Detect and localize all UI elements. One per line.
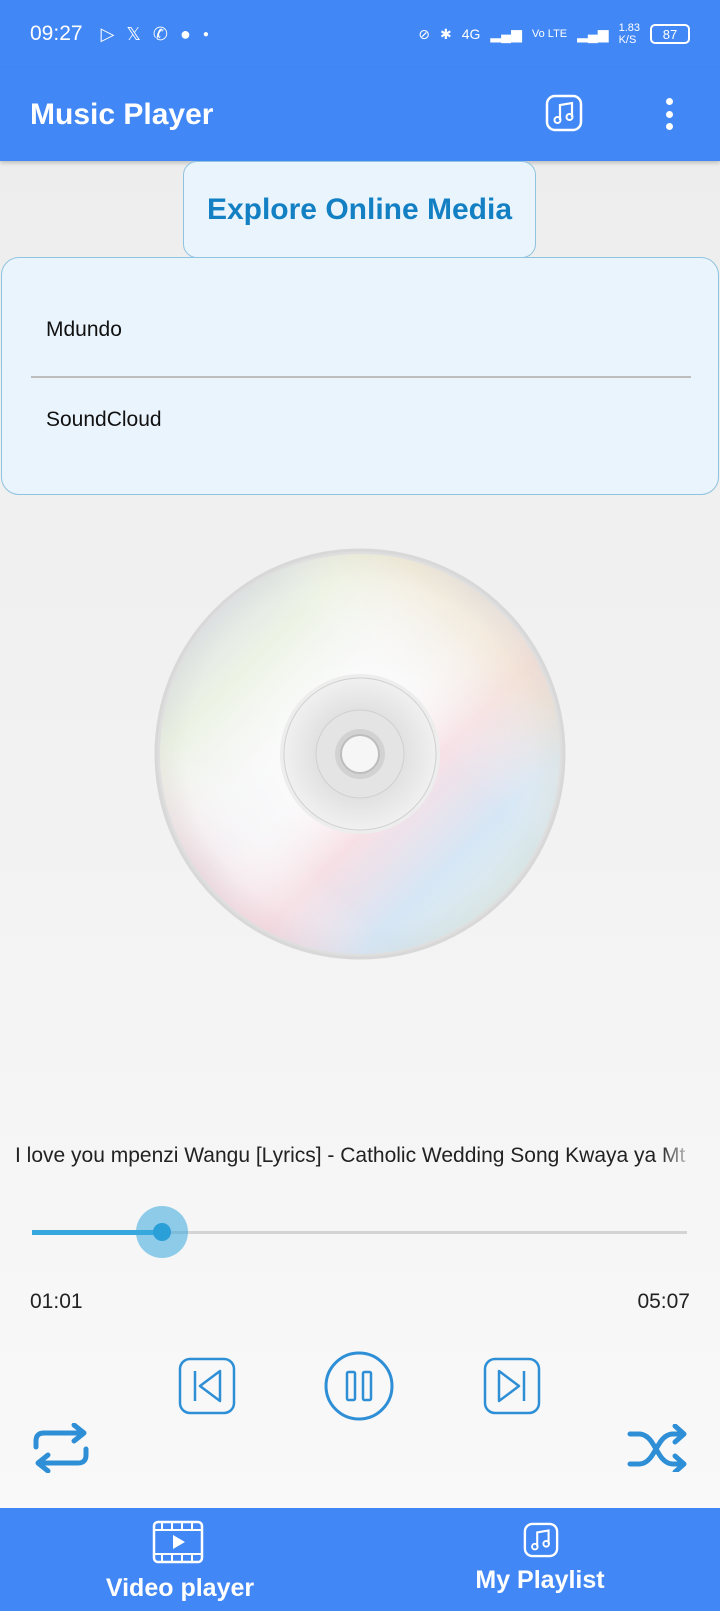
network-speed: 1.83 K/S (619, 22, 640, 46)
nav-video-label: Video player (105, 1574, 255, 1602)
nav-video-player[interactable]: Video player (0, 1508, 360, 1611)
bottom-navigation: Video player My Playlist (0, 1508, 720, 1611)
shuffle-icon[interactable] (627, 1424, 687, 1472)
more-options-icon[interactable] (655, 96, 683, 132)
sync-icon: ⊘ (418, 25, 430, 42)
app-bar: Music Player (0, 68, 720, 161)
nav-playlist-label: My Playlist (475, 1566, 605, 1594)
seek-bar[interactable] (32, 1206, 687, 1258)
explore-label: Explore Online Media (206, 192, 513, 226)
more-notifications-dot-icon: ● (202, 28, 209, 40)
play-store-icon: ▷ (100, 23, 115, 44)
current-time: 01:01 (30, 1290, 83, 1313)
speed-unit: K/S (618, 34, 637, 46)
whatsapp-icon: ✆ (152, 23, 169, 44)
speed-value: 1.83 (618, 22, 640, 34)
status-time: 09:27 (30, 22, 83, 45)
total-time: 05:07 (637, 1290, 690, 1313)
song-title: I love you mpenzi Wangu [Lyrics] - Catho… (15, 1144, 686, 1167)
video-player-icon (152, 1520, 204, 1564)
nav-my-playlist[interactable]: My Playlist (360, 1508, 720, 1611)
divider (31, 376, 691, 378)
signal-icon-2: ▂▄▆ (577, 25, 609, 42)
explore-online-media-button[interactable]: Explore Online Media (183, 161, 536, 258)
network-type: 4G (461, 26, 481, 42)
previous-button[interactable] (178, 1357, 236, 1415)
repeat-icon[interactable] (30, 1423, 92, 1473)
status-bar: 09:27 ▷ 𝕏 ✆ ● ● ⊘ ✱ 4G ▂▄▆ Vo LTE ▂▄▆ 1.… (0, 0, 720, 68)
cd-disc-artwork (154, 548, 566, 960)
chat-bubble-icon: ● (180, 23, 191, 44)
signal-icon: ▂▄▆ (490, 25, 522, 42)
page-title: Music Player (30, 97, 214, 131)
volte-label: Vo LTE (531, 28, 568, 40)
playlist-music-icon (523, 1522, 559, 1558)
battery-level: 87 (662, 26, 678, 42)
music-library-icon[interactable] (545, 94, 583, 132)
media-source-mdundo[interactable]: Mdundo (46, 318, 122, 342)
bluetooth-icon: ✱ (439, 25, 452, 42)
pause-button[interactable] (323, 1350, 395, 1422)
media-sources-list: Mdundo SoundCloud (1, 257, 719, 495)
x-app-icon: 𝕏 (126, 23, 141, 44)
battery-icon: 87 (650, 24, 690, 44)
media-source-soundcloud[interactable]: SoundCloud (46, 408, 162, 432)
next-button[interactable] (483, 1357, 541, 1415)
